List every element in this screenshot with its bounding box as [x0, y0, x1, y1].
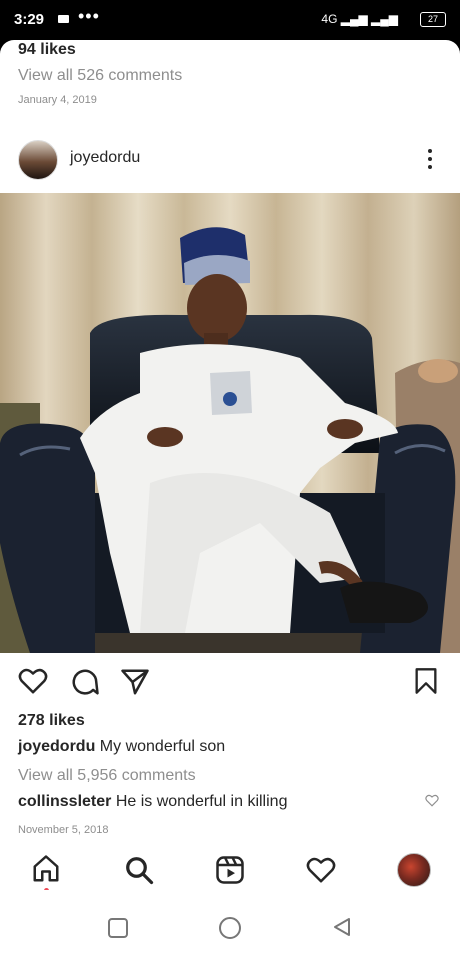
- comment-text: He is wonderful in killing: [115, 793, 288, 810]
- system-nav-bar: [0, 890, 460, 960]
- caption-username[interactable]: joyedordu: [18, 738, 95, 755]
- network-type: 4G: [321, 12, 338, 26]
- profile-avatar[interactable]: [397, 853, 431, 887]
- home-circle-icon[interactable]: [219, 917, 241, 939]
- reels-icon[interactable]: [215, 855, 245, 885]
- back-icon[interactable]: [332, 917, 352, 937]
- comment-username[interactable]: collinssleter: [18, 793, 111, 810]
- battery-icon: 27: [420, 12, 446, 27]
- share-icon[interactable]: [120, 668, 150, 696]
- instagram-feed[interactable]: 94 likes View all 526 comments January 4…: [0, 40, 460, 890]
- search-icon[interactable]: [124, 855, 154, 885]
- post-view-comments[interactable]: View all 5,956 comments: [18, 767, 196, 785]
- prev-post-likes[interactable]: 94 likes: [18, 41, 76, 59]
- post-options-icon[interactable]: [428, 149, 432, 173]
- prev-post-view-comments[interactable]: View all 526 comments: [18, 67, 182, 85]
- recent-apps-icon[interactable]: [108, 918, 128, 938]
- status-bar: 3:29 ••• 4G ▂▄▆ ▂▄▆ 27: [0, 0, 460, 40]
- comment-like-icon[interactable]: [425, 794, 439, 807]
- post-caption: joyedordu My wonderful son: [18, 738, 225, 756]
- heart-icon[interactable]: [18, 667, 48, 695]
- post-author-avatar[interactable]: [18, 140, 58, 180]
- battery-level: 27: [427, 14, 438, 24]
- signal-icon: 4G ▂▄▆ ▂▄▆: [321, 12, 398, 26]
- post-likes[interactable]: 278 likes: [18, 712, 85, 730]
- home-icon[interactable]: [31, 854, 61, 884]
- post-date: November 5, 2018: [18, 824, 109, 836]
- more-notifications-icon: •••: [78, 6, 100, 26]
- activity-heart-icon[interactable]: [306, 856, 336, 884]
- prev-post-date: January 4, 2019: [18, 94, 97, 106]
- post-photo[interactable]: [0, 193, 460, 653]
- message-notification-icon: [58, 15, 69, 23]
- bookmark-icon[interactable]: [414, 667, 438, 695]
- caption-text: My wonderful son: [99, 738, 226, 755]
- post-comment: collinssleter He is wonderful in killing: [18, 793, 287, 811]
- status-time: 3:29: [14, 11, 45, 28]
- post-username[interactable]: joyedordu: [70, 149, 140, 167]
- comment-icon[interactable]: [70, 667, 100, 697]
